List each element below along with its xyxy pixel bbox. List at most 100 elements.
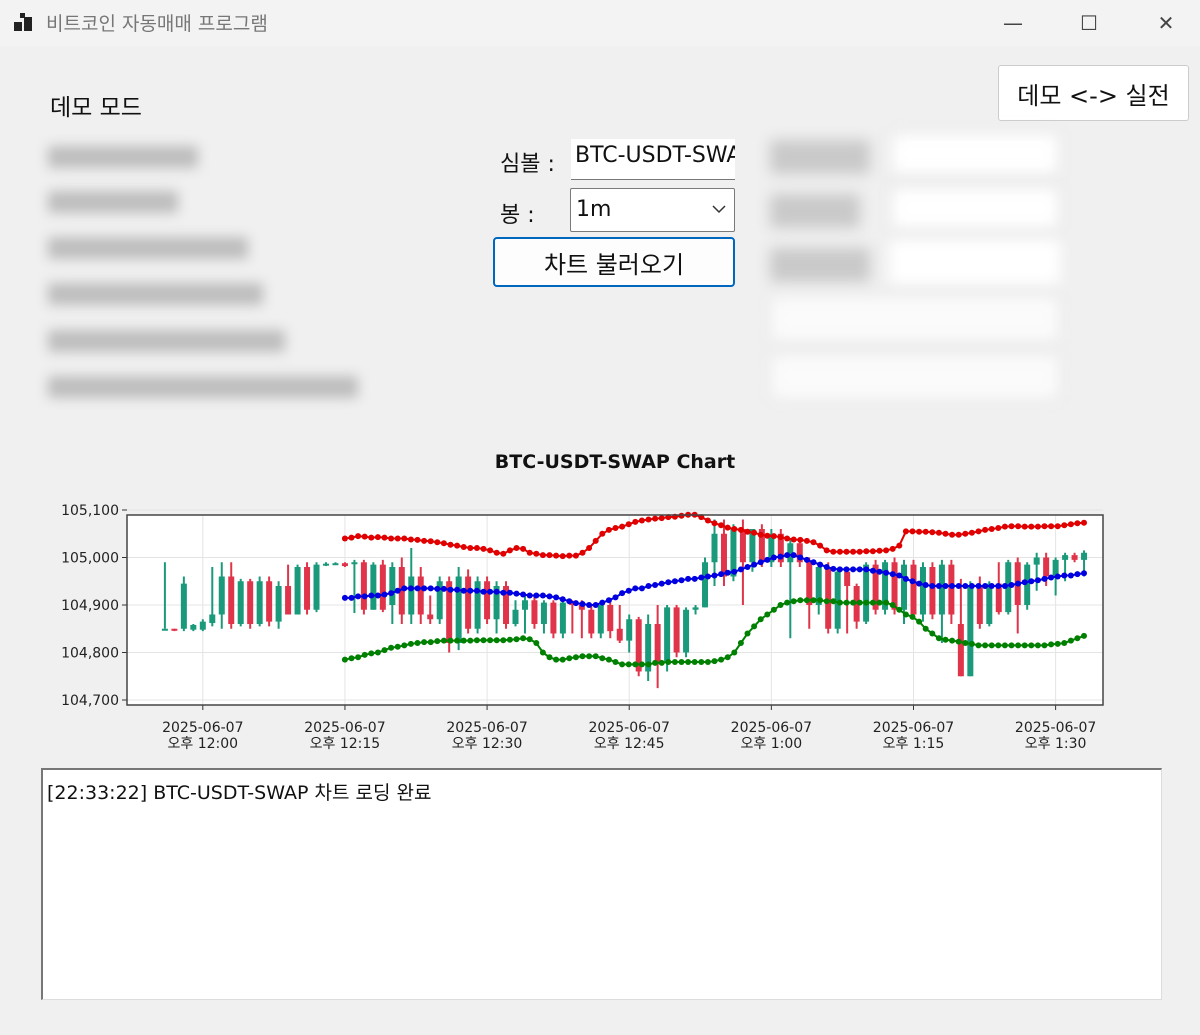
- series-point: [916, 528, 923, 535]
- candle-body: [702, 562, 709, 608]
- series-point: [487, 547, 494, 554]
- candle-body: [616, 628, 623, 641]
- series-point: [718, 522, 725, 529]
- series-point: [830, 548, 837, 555]
- series-point: [434, 638, 441, 645]
- series-point: [830, 598, 837, 605]
- candle-body: [683, 609, 690, 653]
- candle-body: [341, 563, 348, 567]
- x-tick-time-label: 오후 12:15: [310, 736, 381, 752]
- mode-toggle-button[interactable]: 데모 <-> 실전: [998, 65, 1189, 121]
- series-point: [401, 535, 408, 542]
- series-point: [454, 542, 461, 549]
- series-point: [1021, 523, 1028, 530]
- series-point: [559, 596, 566, 603]
- series-point: [929, 630, 936, 637]
- series-point: [625, 661, 632, 668]
- series-point: [341, 535, 348, 542]
- series-point: [949, 583, 956, 589]
- series-point: [731, 568, 738, 575]
- series-point: [500, 637, 507, 644]
- series-point: [480, 637, 487, 644]
- series-point: [599, 599, 606, 606]
- series-point: [922, 528, 929, 535]
- close-button[interactable]: ✕: [1136, 4, 1196, 42]
- minimize-button[interactable]: —: [983, 4, 1043, 42]
- series-point: [368, 592, 375, 599]
- maximize-button[interactable]: ☐: [1059, 4, 1119, 42]
- series-point: [500, 589, 507, 596]
- series-point: [718, 656, 725, 663]
- series-point: [348, 655, 355, 662]
- series-point: [612, 594, 619, 601]
- candle-body: [161, 628, 168, 631]
- series-point: [355, 593, 362, 600]
- candle-body: [332, 563, 339, 566]
- series-point: [401, 642, 408, 649]
- series-point: [850, 599, 857, 606]
- series-point: [467, 587, 474, 594]
- series-point: [982, 526, 989, 533]
- series-point: [810, 539, 817, 546]
- candle-body: [455, 576, 462, 643]
- series-point: [658, 515, 665, 522]
- series-point: [995, 525, 1002, 531]
- series-point: [638, 585, 645, 592]
- series-point: [896, 572, 903, 579]
- series-point: [388, 644, 395, 651]
- series-point: [883, 569, 890, 576]
- series-point: [1054, 523, 1061, 530]
- series-point: [599, 655, 606, 662]
- symbol-input[interactable]: BTC-USDT-SWAP: [571, 139, 735, 180]
- series-point: [341, 656, 348, 663]
- y-tick-label: 104,800: [61, 646, 119, 662]
- load-chart-button[interactable]: 차트 불러오기: [493, 237, 735, 287]
- candle-body: [180, 583, 187, 629]
- series-point: [414, 640, 421, 646]
- series-point: [711, 658, 718, 665]
- series-point: [605, 526, 612, 533]
- series-point: [1001, 583, 1008, 589]
- series-point: [355, 654, 362, 661]
- log-textbox[interactable]: [22:33:22] BTC-USDT-SWAP 차트 로딩 완료: [41, 768, 1162, 1000]
- series-point: [935, 635, 942, 642]
- series-point: [414, 585, 421, 592]
- series-point: [744, 528, 751, 535]
- series-point: [949, 637, 956, 644]
- series-point: [539, 649, 546, 656]
- series-point: [790, 598, 797, 605]
- series-point: [876, 547, 883, 554]
- series-point: [625, 521, 632, 528]
- interval-select[interactable]: 1m: [570, 188, 735, 232]
- series-point: [1028, 578, 1035, 585]
- candle-body: [711, 533, 718, 563]
- candle-body: [1071, 555, 1078, 560]
- redacted-setting-label: [770, 140, 870, 174]
- series-point: [869, 548, 876, 555]
- candle-body: [739, 529, 746, 563]
- series-point: [440, 585, 447, 592]
- price-chart: 105,100 105,000 104,900 104,800 104,700 2025-…: [61, 503, 1104, 752]
- candle-body: [692, 607, 699, 610]
- series-point: [751, 623, 758, 630]
- series-point: [784, 599, 791, 606]
- series-point: [975, 528, 982, 535]
- series-point: [784, 535, 791, 542]
- candle-body: [228, 576, 235, 624]
- series-point: [658, 659, 665, 666]
- candle-body: [957, 624, 964, 677]
- series-point: [1015, 580, 1022, 587]
- chevron-down-icon: [712, 199, 726, 218]
- mode-label: 데모 모드: [50, 95, 142, 121]
- series-point: [559, 656, 566, 663]
- series-point: [704, 517, 711, 524]
- series-point: [909, 613, 916, 620]
- x-tick-date-label: 2025-06-07: [873, 720, 954, 736]
- series-point: [579, 601, 586, 607]
- series-point: [777, 553, 784, 560]
- series-point: [1028, 642, 1035, 649]
- candle-body: [588, 609, 595, 634]
- series-point: [1081, 632, 1087, 639]
- series-point: [1028, 523, 1035, 530]
- series-point: [777, 534, 784, 541]
